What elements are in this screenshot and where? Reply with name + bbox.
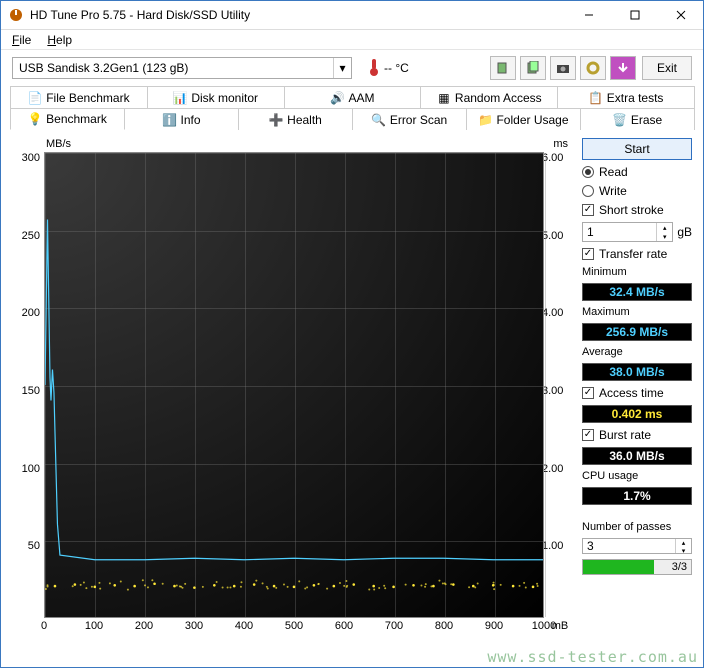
max-label: Maximum bbox=[582, 306, 692, 318]
tab-file-benchmark[interactable]: 📄File Benchmark bbox=[10, 86, 148, 108]
device-select-value: USB Sandisk 3.2Gen1 (123 gB) bbox=[19, 61, 188, 75]
top-toolbar: USB Sandisk 3.2Gen1 (123 gB) ▾ -- °C Exi… bbox=[0, 50, 704, 86]
menu-bar: File Help bbox=[0, 30, 704, 50]
minimize-button[interactable] bbox=[566, 0, 612, 30]
passes-label: Number of passes bbox=[582, 521, 692, 533]
trash-icon: 🗑️ bbox=[613, 113, 627, 127]
maximize-button[interactable] bbox=[612, 0, 658, 30]
radio-dot-icon bbox=[582, 185, 594, 197]
write-radio[interactable]: Write bbox=[582, 184, 692, 198]
tab-folder-usage[interactable]: 📁Folder Usage bbox=[466, 108, 581, 130]
burst-rate-checkbox[interactable]: Burst rate bbox=[582, 428, 692, 442]
y-axis-right-label: ms bbox=[553, 138, 568, 150]
title-bar: HD Tune Pro 5.75 - Hard Disk/SSD Utility bbox=[0, 0, 704, 30]
avg-label: Average bbox=[582, 346, 692, 358]
monitor-icon: 📊 bbox=[173, 91, 187, 105]
save-button[interactable] bbox=[610, 56, 636, 80]
tab-disk-monitor[interactable]: 📊Disk monitor bbox=[147, 86, 285, 108]
random-icon: ▦ bbox=[437, 91, 451, 105]
burst-value: 36.0 MB/s bbox=[582, 447, 692, 465]
min-value: 32.4 MB/s bbox=[582, 283, 692, 301]
benchmark-chart: MB/s ms 30025020015010050 6.005.004.003.… bbox=[12, 138, 572, 575]
tab-info[interactable]: ℹ️Info bbox=[124, 108, 239, 130]
menu-file[interactable]: File bbox=[6, 31, 37, 49]
tab-extra-tests[interactable]: 📋Extra tests bbox=[557, 86, 695, 108]
temperature-readout: -- °C bbox=[368, 58, 409, 79]
search-icon: 🔍 bbox=[372, 113, 386, 127]
read-radio[interactable]: Read bbox=[582, 165, 692, 179]
tab-aam[interactable]: 🔊AAM bbox=[284, 86, 422, 108]
close-button[interactable] bbox=[658, 0, 704, 30]
access-value: 0.402 ms bbox=[582, 405, 692, 423]
temperature-value: -- °C bbox=[384, 61, 409, 75]
checkbox-icon bbox=[582, 429, 594, 441]
device-select[interactable]: USB Sandisk 3.2Gen1 (123 gB) ▾ bbox=[12, 57, 352, 79]
exit-button[interactable]: Exit bbox=[642, 56, 692, 80]
speaker-icon: 🔊 bbox=[330, 91, 344, 105]
radio-dot-icon bbox=[582, 166, 594, 178]
screenshot-button[interactable] bbox=[550, 56, 576, 80]
passes-progress: 3/3 bbox=[582, 559, 692, 575]
window-title: HD Tune Pro 5.75 - Hard Disk/SSD Utility bbox=[30, 8, 566, 22]
max-value: 256.9 MB/s bbox=[582, 323, 692, 341]
checkbox-icon bbox=[582, 204, 594, 216]
app-icon bbox=[8, 7, 24, 23]
start-button[interactable]: Start bbox=[582, 138, 692, 160]
access-time-checkbox[interactable]: Access time bbox=[582, 386, 692, 400]
min-label: Minimum bbox=[582, 266, 692, 278]
cpu-value: 1.7% bbox=[582, 487, 692, 505]
settings-button[interactable] bbox=[580, 56, 606, 80]
gb-unit-label: gB bbox=[677, 225, 692, 239]
tab-container: 📄File Benchmark 📊Disk monitor 🔊AAM ▦Rand… bbox=[0, 86, 704, 130]
copy-results-button[interactable] bbox=[520, 56, 546, 80]
extra-icon: 📋 bbox=[589, 91, 603, 105]
checkbox-icon bbox=[582, 387, 594, 399]
menu-help[interactable]: Help bbox=[41, 31, 78, 49]
chevron-down-icon: ▾ bbox=[333, 58, 351, 78]
y-axis-left-label: MB/s bbox=[46, 138, 71, 150]
cpu-label: CPU usage bbox=[582, 470, 692, 482]
tab-erase[interactable]: 🗑️Erase bbox=[580, 108, 695, 130]
health-icon: ➕ bbox=[269, 113, 283, 127]
file-benchmark-icon: 📄 bbox=[28, 91, 42, 105]
passes-input[interactable]: 3▴▾ bbox=[582, 538, 692, 554]
tab-random-access[interactable]: ▦Random Access bbox=[420, 86, 558, 108]
transfer-rate-checkbox[interactable]: Transfer rate bbox=[582, 247, 692, 261]
folder-icon: 📁 bbox=[478, 113, 492, 127]
bulb-icon: 💡 bbox=[28, 112, 42, 126]
avg-value: 38.0 MB/s bbox=[582, 363, 692, 381]
chart-plot-area bbox=[44, 152, 544, 618]
watermark: www.ssd-tester.com.au bbox=[487, 648, 698, 666]
short-stroke-input[interactable]: 1▴▾ bbox=[582, 222, 673, 242]
info-icon: ℹ️ bbox=[162, 113, 176, 127]
checkbox-icon bbox=[582, 248, 594, 260]
controls-panel: Start Read Write Short stroke 1▴▾ gB Tra… bbox=[582, 138, 692, 575]
tab-error-scan[interactable]: 🔍Error Scan bbox=[352, 108, 467, 130]
tab-benchmark[interactable]: 💡Benchmark bbox=[10, 108, 125, 130]
tab-health[interactable]: ➕Health bbox=[238, 108, 353, 130]
thermometer-icon bbox=[368, 58, 380, 79]
short-stroke-checkbox[interactable]: Short stroke bbox=[582, 203, 692, 217]
copy-info-button[interactable] bbox=[490, 56, 516, 80]
